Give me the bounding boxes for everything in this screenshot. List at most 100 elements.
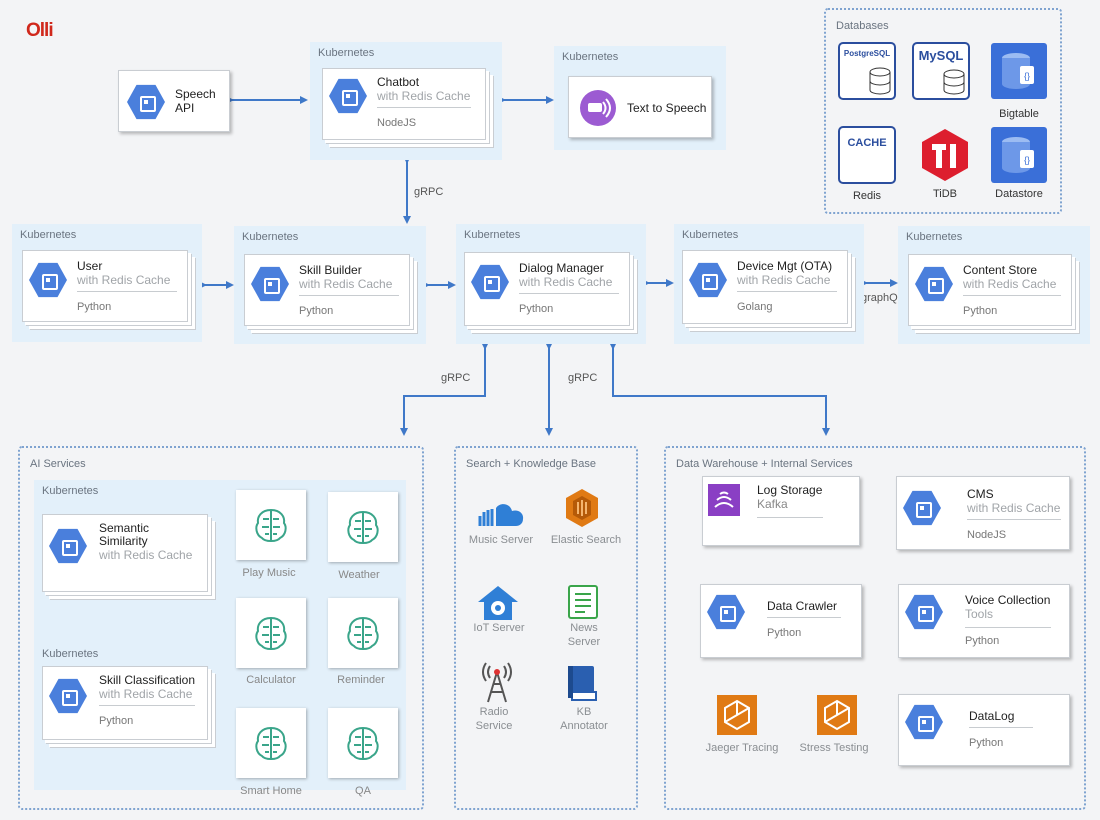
dialog-sub: with Redis Cache	[519, 275, 613, 289]
tts-title: Text to Speech	[627, 101, 707, 115]
news-server-icon	[568, 585, 598, 619]
iot-server-label: IoT Server	[473, 622, 525, 634]
postgresql-icon: PostgreSQL	[838, 42, 896, 100]
datastore-icon: {}	[991, 127, 1047, 183]
radio-tower-icon	[482, 662, 512, 703]
smart-home-tile	[236, 708, 306, 778]
skillbuilder-lang: Python	[299, 305, 334, 317]
text-to-speech-icon	[580, 90, 616, 126]
radio-label-2: Service	[475, 720, 513, 732]
log-storage-card: Log Storage Kafka	[702, 476, 860, 546]
link-dialog-dw	[609, 342, 830, 436]
semantic-card: Semantic Similarity with Redis Cache	[42, 514, 208, 592]
kb-label-2: Annotator	[560, 720, 608, 732]
brain-icon	[347, 510, 379, 544]
cache-text: CACHE	[847, 137, 886, 149]
compute-engine-icon	[903, 490, 941, 526]
bigtable-label: Bigtable	[999, 108, 1039, 120]
content-card: Content Store with Redis Cache Python	[908, 254, 1072, 326]
dialog-title: Dialog Manager	[519, 261, 604, 275]
grpc-label-ai: gRPC	[441, 372, 471, 384]
voice-sub: Tools	[965, 607, 994, 621]
weather-tile	[328, 492, 398, 562]
user-card: User with Redis Cache Python	[22, 250, 188, 322]
kube-label: Kubernetes	[562, 51, 619, 63]
tts-kube: Kubernetes Text to Speech	[554, 46, 726, 150]
content-title: Content Store	[963, 263, 1038, 277]
stress-label: Stress Testing	[799, 742, 869, 754]
semantic-line2: Similarity	[99, 534, 148, 548]
skillclass-card: Skill Classification with Redis Cache Py…	[42, 666, 208, 740]
cms-lang: NodeJS	[967, 529, 1007, 541]
compute-engine-icon	[707, 594, 745, 630]
skillclass-title: Skill Classification	[99, 673, 196, 687]
brain-icon	[255, 616, 287, 650]
calculator-label: Calculator	[246, 674, 296, 686]
mysql-icon: MySQL	[912, 42, 970, 100]
skillclass-lang: Python	[99, 715, 134, 727]
user-lang: Python	[77, 301, 112, 313]
kafka-icon	[708, 484, 740, 516]
kb-label-1: KB	[576, 706, 592, 718]
mysql-text: MySQL	[919, 48, 964, 63]
tts-card: Text to Speech	[568, 76, 712, 138]
user-title: User	[77, 259, 103, 273]
brain-icon	[255, 508, 287, 542]
qa-label: QA	[355, 785, 371, 797]
datalog-card: DataLog Python	[898, 694, 1070, 766]
play-music-label: Play Music	[242, 567, 296, 579]
elastic-search-label: Elastic Search	[550, 534, 622, 546]
speech-line2: API	[175, 101, 195, 115]
cms-title: CMS	[967, 487, 994, 501]
link-dialog-ai	[400, 342, 489, 436]
kube-label: Kubernetes	[906, 231, 963, 243]
log-storage-title: Log Storage	[757, 483, 823, 497]
kube-label: Kubernetes	[20, 229, 77, 241]
weather-label: Weather	[338, 569, 380, 581]
compute-engine-icon	[29, 262, 67, 298]
content-sub: with Redis Cache	[963, 277, 1057, 291]
kube-label: Kubernetes	[242, 231, 299, 243]
news-label-2: Server	[567, 636, 601, 648]
kb-annotator-icon	[568, 666, 597, 701]
tidb-label: TiDB	[932, 188, 958, 200]
kube-label: Kubernetes	[42, 485, 99, 497]
data-crawler-card: Data Crawler Python	[700, 584, 862, 658]
compute-engine-icon	[329, 78, 367, 114]
skillbuilder-sub: with Redis Cache	[299, 277, 393, 291]
databases-group: Databases PostgreSQL MySQL {} Bigtable C…	[824, 8, 1062, 214]
skillbuilder-title: Skill Builder	[299, 263, 362, 277]
voice-lang: Python	[965, 635, 1000, 647]
log-storage-sub: Kafka	[757, 497, 788, 511]
chatbot-sub: with Redis Cache	[377, 89, 471, 103]
compute-engine-icon	[251, 266, 289, 302]
tidb-icon	[922, 129, 968, 181]
iot-server-icon	[478, 586, 518, 620]
brain-icon	[255, 726, 287, 760]
search-kb-title: Search + Knowledge Base	[466, 458, 596, 470]
brain-icon	[347, 616, 379, 650]
data-crawler-lang: Python	[767, 627, 802, 639]
postgresql-text: PostgreSQL	[844, 49, 890, 58]
compute-engine-icon	[915, 266, 953, 302]
skillclass-sub: with Redis Cache	[99, 687, 193, 701]
compute-engine-icon	[689, 262, 727, 298]
redis-cache-icon: CACHE	[838, 126, 896, 184]
user-kube: Kubernetes User with Redis Cache Python	[12, 224, 202, 342]
dialog-lang: Python	[519, 303, 554, 315]
chatbot-title: Chatbot	[377, 75, 420, 89]
brain-icon	[347, 726, 379, 760]
svg-text:{}: {}	[1024, 71, 1030, 81]
device-sub: with Redis Cache	[737, 273, 831, 287]
ai-services-title: AI Services	[30, 458, 86, 470]
kube-label: Kubernetes	[318, 47, 375, 59]
jaeger-label: Jaeger Tracing	[705, 742, 779, 754]
device-lang: Golang	[737, 301, 773, 313]
soundcloud-icon	[478, 504, 524, 526]
chatbot-lang: NodeJS	[377, 117, 417, 129]
datastore-label: Datastore	[995, 188, 1043, 200]
content-kube: Kubernetes Content Store with Redis Cach…	[898, 226, 1090, 344]
elastic-search-icon	[566, 489, 598, 527]
news-label-1: News	[570, 622, 598, 634]
stress-testing-icon	[817, 695, 857, 735]
